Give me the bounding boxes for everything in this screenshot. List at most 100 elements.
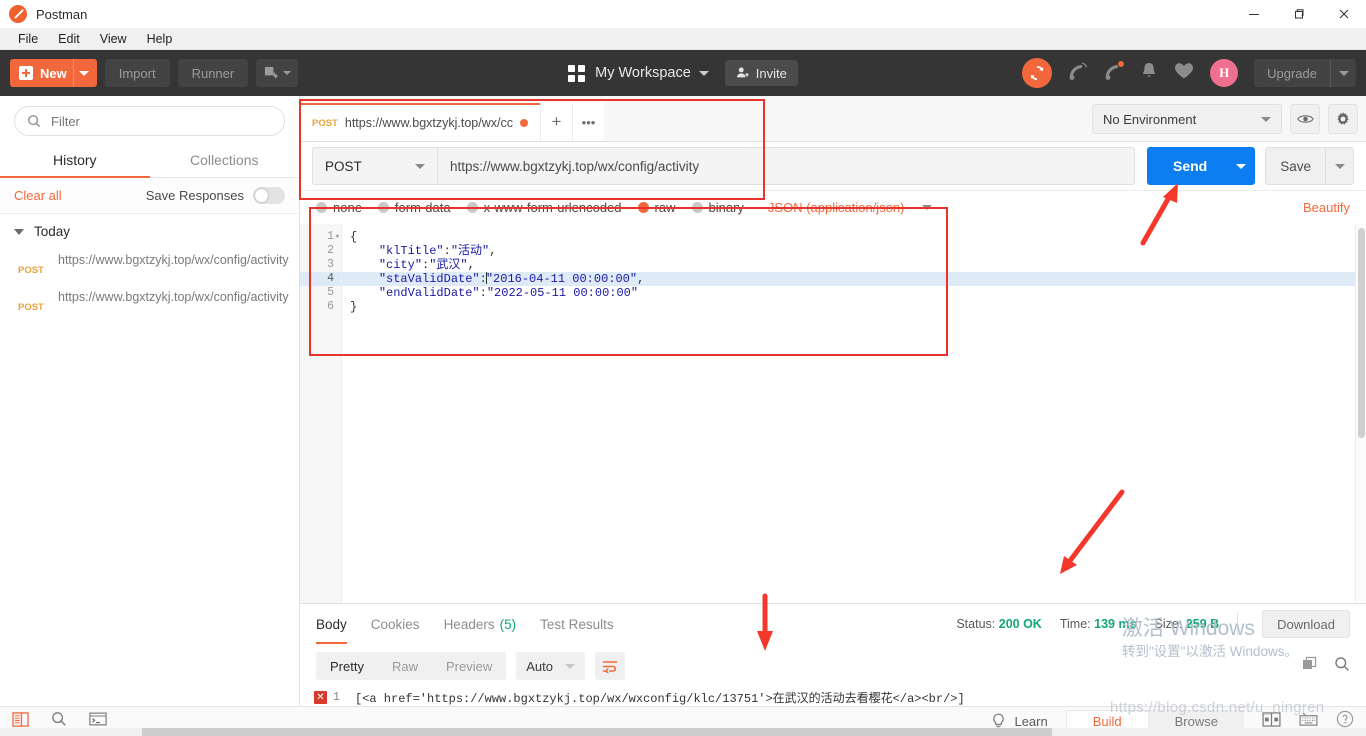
satellite-button[interactable] [1068, 61, 1088, 86]
url-input[interactable] [437, 147, 1135, 185]
send-options-caret-icon[interactable] [1227, 163, 1255, 169]
view-mode-pretty[interactable]: Pretty [316, 659, 378, 674]
filter-box[interactable] [14, 106, 285, 136]
invite-button[interactable]: Invite [724, 60, 798, 86]
menu-edit[interactable]: Edit [48, 30, 90, 48]
copy-button[interactable] [1302, 656, 1318, 677]
code-line: } [350, 300, 358, 314]
favorites-button[interactable] [1174, 62, 1194, 85]
editor-code-area[interactable]: { "klTitle":"活动", "city":"武汉", "staValid… [342, 224, 1366, 603]
menu-help[interactable]: Help [137, 30, 183, 48]
content-type-caret-icon[interactable] [922, 205, 933, 210]
beautify-button[interactable]: Beautify [1303, 200, 1350, 215]
tab-cookies[interactable]: Cookies [371, 604, 434, 644]
sync-button[interactable] [1022, 58, 1053, 88]
response-tools-right [1302, 656, 1350, 677]
line-number: 6 [327, 300, 334, 313]
browse-button[interactable]: Browse [1149, 714, 1244, 729]
sidebar-layout-icon [12, 711, 29, 727]
code-line: "endValidDate":"2022-05-11 00:00:00" [378, 286, 639, 300]
content-type-select[interactable]: JSON (application/json) [768, 200, 905, 215]
keyboard-icon [1299, 712, 1318, 726]
import-button[interactable]: Import [104, 59, 170, 87]
menu-file[interactable]: File [8, 30, 48, 48]
sidebar-tab-collections[interactable]: Collections [150, 144, 300, 177]
workspace-name[interactable]: My Workspace [595, 65, 691, 81]
menu-view[interactable]: View [90, 30, 137, 48]
environment-quick-look-button[interactable] [1290, 104, 1320, 134]
body-option-raw[interactable]: raw [637, 200, 676, 215]
minimize-button[interactable] [1231, 0, 1276, 28]
tab-headers[interactable]: Headers (5) [444, 604, 531, 644]
tab-options-button[interactable]: ••• [571, 103, 604, 141]
close-button[interactable] [1321, 0, 1366, 28]
new-window-button[interactable] [256, 59, 299, 87]
radio-icon [466, 202, 478, 213]
body-option-urlencoded[interactable]: x-www-form-urlencoded [466, 200, 622, 215]
search-input[interactable] [51, 113, 272, 129]
environment-selected-label: No Environment [1103, 111, 1197, 127]
search-icon [52, 712, 66, 726]
code-line: "klTitle":"活动", [378, 244, 497, 258]
status-label: Status: [956, 617, 996, 631]
method-select[interactable]: POST [312, 147, 437, 185]
help-circle-icon [1336, 710, 1354, 728]
search-response-button[interactable] [1334, 656, 1350, 677]
copy-icon [1303, 656, 1317, 669]
history-method: POST [18, 265, 44, 276]
body-option-binary[interactable]: binary [691, 200, 744, 215]
time-label: Time: [1059, 617, 1091, 631]
save-options-caret-icon[interactable] [1325, 148, 1353, 184]
workspace-caret-icon[interactable] [698, 70, 709, 76]
line-number: 3 [327, 258, 334, 271]
time-group: Time: 139 ms [1060, 617, 1137, 631]
list-item[interactable]: POST https://www.bgxtzykj.top/wx/config/… [0, 282, 299, 319]
new-button[interactable]: New [10, 59, 97, 87]
avatar[interactable]: H [1210, 59, 1239, 87]
list-item[interactable]: POST https://www.bgxtzykj.top/wx/config/… [0, 245, 299, 282]
tab-test-results[interactable]: Test Results [540, 604, 628, 644]
save-responses-toggle[interactable] [253, 187, 285, 204]
view-mode-preview[interactable]: Preview [432, 659, 506, 674]
line-number: 1 ▾ [327, 230, 340, 243]
runner-button[interactable]: Runner [177, 59, 249, 87]
line-number: 2 [327, 244, 334, 257]
wrap-lines-button[interactable] [594, 652, 625, 680]
clear-all-button[interactable]: Clear all [14, 188, 62, 203]
send-button[interactable]: Send [1146, 147, 1256, 185]
bell-button[interactable] [1140, 61, 1158, 85]
response-format-select[interactable]: Auto [516, 652, 585, 680]
view-mode-raw[interactable]: Raw [378, 659, 432, 674]
body-option-none[interactable]: none [316, 200, 362, 215]
environment-select[interactable]: No Environment [1092, 104, 1282, 134]
sidebar-tab-history[interactable]: History [0, 144, 150, 178]
response-line-number: 1 [333, 690, 340, 704]
request-tabstrip: POST https://www.bgxtzykj.top/wx/cc + ••… [300, 96, 1366, 142]
request-tab-method: POST [312, 117, 338, 129]
settings-button[interactable] [1328, 104, 1358, 134]
tab-body[interactable]: Body [316, 604, 361, 644]
response-toolbar: Pretty Raw Preview Auto [300, 644, 1366, 688]
body-option-form-data[interactable]: form-data [377, 200, 451, 215]
request-body-editor[interactable]: 1 ▾ 2 3 4 5 6 { "klTitle":"活动", "city":"武… [300, 224, 1366, 603]
editor-scrollbar[interactable] [1355, 224, 1366, 603]
code-line: "city":"武汉", [378, 258, 475, 272]
upgrade-caret-icon[interactable] [1330, 59, 1356, 87]
editor-scroll-thumb[interactable] [1358, 228, 1365, 438]
alert-button[interactable] [1104, 59, 1126, 86]
upgrade-button[interactable]: Upgrade [1254, 59, 1356, 87]
history-group-header[interactable]: Today [0, 224, 299, 239]
chevron-down-icon [14, 228, 24, 235]
body-type-row: none form-data x-www-form-urlencoded raw… [300, 190, 1366, 224]
add-tab-button[interactable]: + [539, 103, 572, 141]
horizontal-scrollbar[interactable] [0, 728, 1366, 736]
maximize-button[interactable] [1276, 0, 1321, 28]
horizontal-scroll-thumb[interactable] [142, 728, 1052, 736]
response-body: ✕ 1 [<a href='https://www.bgxtzykj.top/w… [300, 688, 1366, 706]
bell-icon [1143, 63, 1156, 77]
status-badge: 200 OK [998, 617, 1042, 631]
download-button[interactable]: Download [1262, 610, 1350, 638]
request-tab[interactable]: POST https://www.bgxtzykj.top/wx/cc [300, 103, 540, 141]
save-button[interactable]: Save [1265, 147, 1354, 185]
new-dropdown-caret-icon[interactable] [72, 59, 95, 87]
